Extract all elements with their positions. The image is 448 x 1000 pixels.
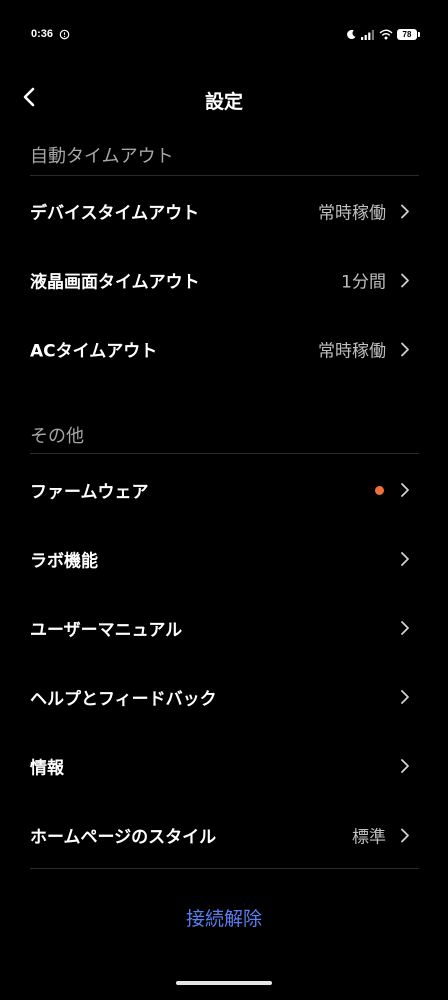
- chevron-right-icon: [401, 273, 409, 287]
- setting-label: デバイスタイムアウト: [30, 203, 200, 224]
- chevron-right-icon: [401, 690, 409, 704]
- setting-value: 1分間: [341, 272, 386, 293]
- setting-row-device-timeout[interactable]: デバイスタイムアウト 常時稼働: [0, 181, 448, 241]
- moon-icon: [347, 29, 356, 39]
- footer-divider: [30, 868, 419, 869]
- section-title-other: その他: [30, 426, 84, 447]
- setting-label: ヘルプとフィードバック: [30, 689, 217, 710]
- status-icons: 78: [346, 26, 420, 42]
- update-dot: [375, 485, 384, 495]
- section-divider: [30, 453, 419, 454]
- setting-row-help-feedback[interactable]: ヘルプとフィードバック: [0, 667, 448, 727]
- battery-icon: 78: [397, 28, 420, 40]
- setting-row-firmware[interactable]: ファームウェア: [0, 460, 448, 520]
- status-bar: 0:36 78: [0, 0, 448, 70]
- setting-label: ホームページのスタイル: [30, 827, 217, 848]
- setting-label: 液晶画面タイムアウト: [30, 272, 200, 293]
- setting-label: ユーザーマニュアル: [30, 620, 183, 641]
- chevron-right-icon: [401, 342, 409, 356]
- chevron-right-icon: [401, 759, 409, 773]
- chevron-right-icon: [401, 552, 409, 566]
- setting-row-homepage-style[interactable]: ホームページのスタイル 標準: [0, 805, 448, 865]
- signal-icon: [361, 29, 374, 40]
- setting-label: 情報: [30, 758, 64, 779]
- setting-row-user-manual[interactable]: ユーザーマニュアル: [0, 598, 448, 658]
- setting-label: ラボ機能: [30, 551, 98, 572]
- disconnect-button[interactable]: 接続解除: [0, 904, 448, 931]
- setting-row-ac-timeout[interactable]: ACタイムアウト 常時稼働: [0, 319, 448, 379]
- setting-value: 常時稼働: [318, 341, 386, 362]
- chevron-right-icon: [401, 204, 409, 218]
- setting-row-lcd-timeout[interactable]: 液晶画面タイムアウト 1分間: [0, 250, 448, 310]
- chevron-right-icon: [401, 828, 409, 842]
- section-divider: [30, 175, 419, 176]
- status-time: 0:36: [31, 28, 54, 40]
- header: 設定: [0, 70, 448, 128]
- setting-label: ファームウェア: [30, 482, 149, 503]
- chevron-right-icon: [401, 621, 409, 635]
- alarm-icon: [59, 29, 70, 40]
- chevron-right-icon: [401, 483, 409, 497]
- page-title: 設定: [204, 91, 243, 113]
- setting-label: ACタイムアウト: [30, 341, 158, 362]
- wifi-icon: [379, 29, 393, 39]
- setting-value: 常時稼働: [318, 203, 386, 224]
- home-indicator[interactable]: [176, 981, 272, 985]
- section-title-auto-timeout: 自動タイムアウト: [30, 146, 174, 167]
- setting-row-lab-features[interactable]: ラボ機能: [0, 529, 448, 589]
- setting-row-info[interactable]: 情報: [0, 736, 448, 796]
- setting-value: 標準: [352, 827, 386, 848]
